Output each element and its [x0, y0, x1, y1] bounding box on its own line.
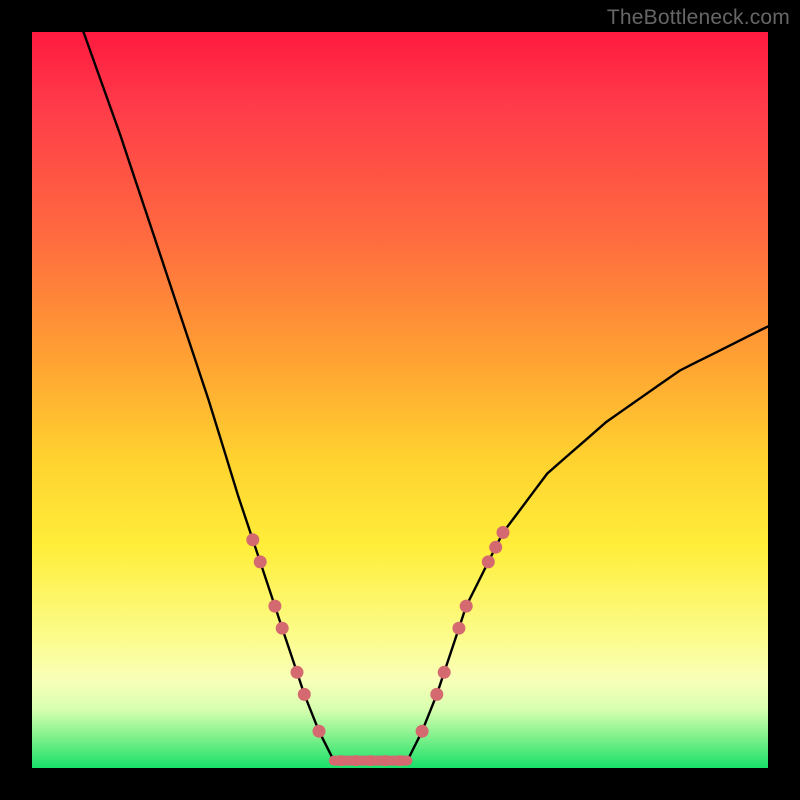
- data-marker: [460, 600, 473, 613]
- data-marker: [350, 755, 361, 766]
- plot-area: [32, 32, 768, 768]
- watermark-text: TheBottleneck.com: [607, 6, 790, 30]
- outer-frame: TheBottleneck.com: [0, 0, 800, 800]
- data-marker: [298, 688, 311, 701]
- data-marker: [380, 755, 391, 766]
- markers-right-group: [416, 526, 510, 738]
- data-marker: [268, 600, 281, 613]
- data-marker: [276, 622, 289, 635]
- data-marker: [438, 666, 451, 679]
- data-marker: [489, 541, 502, 554]
- data-marker: [497, 526, 510, 539]
- data-marker: [416, 725, 429, 738]
- data-marker: [452, 622, 465, 635]
- data-marker: [482, 555, 495, 568]
- data-marker: [336, 755, 347, 766]
- data-marker: [430, 688, 443, 701]
- chart-svg: [32, 32, 768, 768]
- data-marker: [246, 533, 259, 546]
- bottleneck-curve: [84, 32, 769, 761]
- data-marker: [291, 666, 304, 679]
- data-marker: [254, 555, 267, 568]
- data-marker: [365, 755, 376, 766]
- data-marker: [313, 725, 326, 738]
- data-marker: [395, 755, 406, 766]
